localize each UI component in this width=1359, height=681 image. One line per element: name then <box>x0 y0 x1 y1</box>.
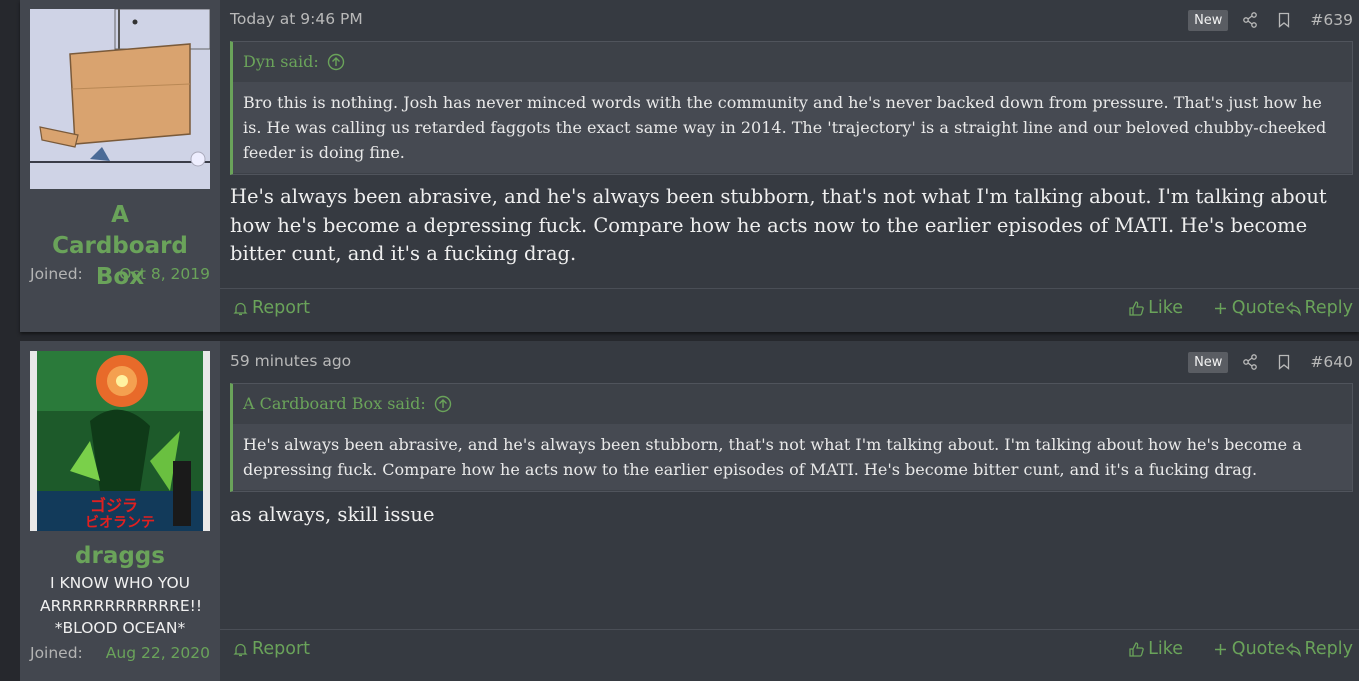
quote-block: Dyn said: Bro this is nothing. Josh has … <box>230 41 1353 175</box>
avatar[interactable] <box>30 9 210 189</box>
like-label: Like <box>1148 298 1183 318</box>
post-header-actions: New #639 <box>1188 8 1353 32</box>
quote-author[interactable]: Dyn said: <box>243 42 319 82</box>
post-timestamp[interactable]: 59 minutes ago <box>230 352 351 370</box>
quote-text: Bro this is nothing. Josh has never minc… <box>233 82 1352 173</box>
reply-label: Reply <box>1304 639 1353 659</box>
new-badge: New <box>1188 9 1229 31</box>
share-icon[interactable] <box>1242 12 1258 28</box>
like-label: Like <box>1148 639 1183 659</box>
post-number[interactable]: #639 <box>1310 11 1353 29</box>
bookmark-icon[interactable] <box>1276 12 1292 28</box>
plus-icon <box>1214 643 1226 655</box>
post-timestamp[interactable]: Today at 9:46 PM <box>230 10 363 28</box>
new-badge: New <box>1188 351 1229 373</box>
post-footer: Report Like Quote Reply <box>220 288 1359 331</box>
joined-label: Joined: <box>30 265 83 283</box>
avatar-image: ゴジラ ビオランテ <box>30 351 210 531</box>
post-content: He's always been abrasive, and he's alwa… <box>230 185 1327 265</box>
joined-label: Joined: <box>30 644 83 662</box>
joined-date: Oct 8, 2019 <box>119 265 210 283</box>
post-header-actions: New #640 <box>1188 350 1353 374</box>
quote-label: Quote <box>1231 298 1285 318</box>
bell-icon <box>233 643 248 656</box>
reply-button[interactable]: Reply <box>1285 639 1353 659</box>
quote-block: A Cardboard Box said: He's always been a… <box>230 383 1353 492</box>
post-author-sidebar: ゴジラ ビオランテ draggs I KNOW WHO YOU ARRRRRRR… <box>20 341 220 681</box>
joined-date: Aug 22, 2020 <box>105 644 210 662</box>
thumbs-up-icon <box>1129 300 1144 316</box>
username[interactable]: draggs <box>20 541 220 572</box>
bookmark-icon[interactable] <box>1276 354 1292 370</box>
reply-icon <box>1285 300 1301 316</box>
report-label: Report <box>252 298 311 318</box>
like-button[interactable]: Like <box>1128 639 1183 659</box>
svg-text:ゴジラ: ゴジラ <box>90 496 138 515</box>
post-author-sidebar: A Cardboard Box Joined: Oct 8, 2019 <box>20 0 220 332</box>
quote-header[interactable]: Dyn said: <box>233 42 1352 82</box>
quote-author[interactable]: A Cardboard Box said: <box>243 384 426 424</box>
joined-row: Joined: Oct 8, 2019 <box>30 265 210 283</box>
report-label: Report <box>252 639 311 659</box>
bell-icon <box>233 302 248 315</box>
quote-header[interactable]: A Cardboard Box said: <box>233 384 1352 424</box>
post-main: 59 minutes ago New #640 A Cardboard Box … <box>220 341 1359 681</box>
avatar[interactable]: ゴジラ ビオランテ <box>30 351 210 531</box>
thumbs-up-icon <box>1129 641 1144 657</box>
post-number[interactable]: #640 <box>1310 353 1353 371</box>
joined-row: Joined: Aug 22, 2020 <box>30 644 210 662</box>
plus-icon <box>1214 302 1226 314</box>
report-button[interactable]: Report <box>232 639 310 659</box>
quote-button[interactable]: Quote <box>1212 639 1285 659</box>
arrow-up-circle-icon[interactable] <box>434 395 452 413</box>
arrow-up-circle-icon[interactable] <box>327 53 345 71</box>
quote-button[interactable]: Quote <box>1212 298 1285 318</box>
post-639: A Cardboard Box Joined: Oct 8, 2019 Toda… <box>20 0 1359 332</box>
report-button[interactable]: Report <box>232 298 310 318</box>
post-footer: Report Like Quote Reply <box>220 629 1359 672</box>
post-640: ゴジラ ビオランテ draggs I KNOW WHO YOU ARRRRRRR… <box>20 341 1359 681</box>
reply-label: Reply <box>1304 298 1353 318</box>
avatar-image <box>30 9 210 189</box>
like-button[interactable]: Like <box>1128 298 1183 318</box>
reply-icon <box>1285 641 1301 657</box>
post-content: as always, skill issue <box>230 503 435 526</box>
user-title: I KNOW WHO YOU ARRRRRRRRRRRRE!! *BLOOD O… <box>40 574 203 637</box>
post-main: Today at 9:46 PM New #639 Dyn said: Bro … <box>220 0 1359 332</box>
quote-label: Quote <box>1231 639 1285 659</box>
quote-text: He's always been abrasive, and he's alwa… <box>233 424 1352 490</box>
svg-text:ビオランテ: ビオランテ <box>85 515 155 531</box>
share-icon[interactable] <box>1242 354 1258 370</box>
reply-button[interactable]: Reply <box>1285 298 1353 318</box>
